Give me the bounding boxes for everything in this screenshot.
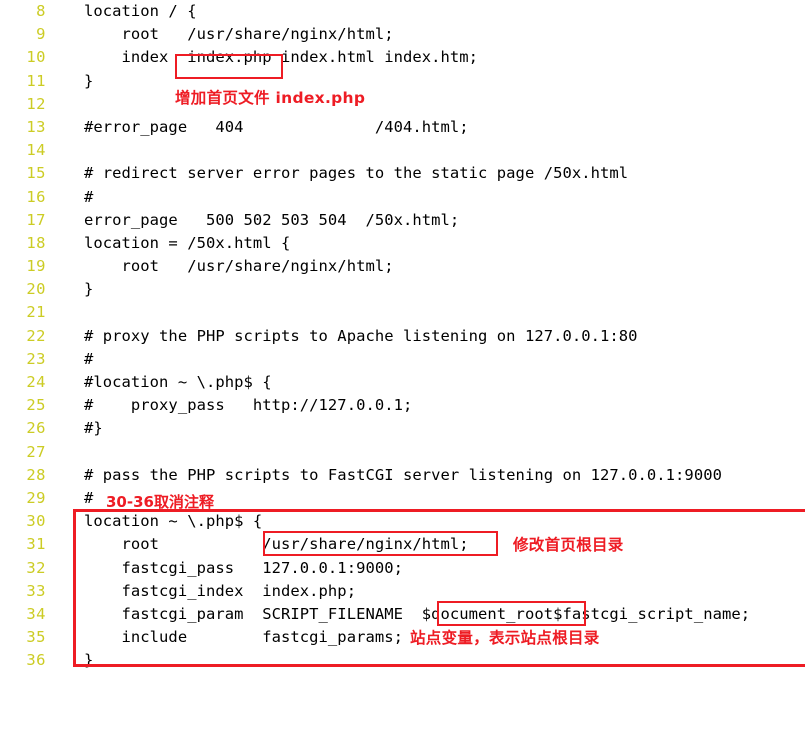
line-content: location = /50x.html { xyxy=(84,233,291,252)
line-content: fastcgi_param SCRIPT_FILENAME $document_… xyxy=(84,604,751,623)
code-line: 31 root /usr/share/nginx/html; xyxy=(0,533,805,556)
code-listing: 8 location / { 9 root /usr/share/nginx/h… xyxy=(0,0,805,673)
line-number: 29 xyxy=(26,488,46,507)
annotation-uncomment-note: 30-36取消注释 xyxy=(106,493,214,511)
code-line: 26 #} xyxy=(0,417,805,440)
code-line: 34 fastcgi_param SCRIPT_FILENAME $docume… xyxy=(0,603,805,626)
line-content: #} xyxy=(84,419,103,438)
line-number: 17 xyxy=(26,210,46,229)
line-number: 9 xyxy=(36,25,46,44)
line-number: 10 xyxy=(26,48,46,67)
line-content: root /usr/share/nginx/html; xyxy=(84,257,394,276)
line-number: 14 xyxy=(26,141,46,160)
line-number: 26 xyxy=(26,419,46,438)
code-line: 21 xyxy=(0,301,805,324)
line-number: 22 xyxy=(26,326,46,345)
line-content: index index.php index.html index.htm; xyxy=(84,48,479,67)
line-number: 24 xyxy=(26,373,46,391)
line-content: } xyxy=(84,71,94,90)
line-content: error_page 500 502 503 504 /50x.html; xyxy=(84,210,460,229)
line-content: #error_page 404 /404.html; xyxy=(84,117,469,136)
line-content: include fastcgi_params; xyxy=(84,628,403,647)
code-line: 27 xyxy=(0,441,805,464)
annotation-document-root-note: 站点变量，表示站点根目录 xyxy=(410,629,600,647)
code-line: 23 # xyxy=(0,348,805,371)
annotation-root-dir-note: 修改首页根目录 xyxy=(513,536,624,554)
line-number: 36 xyxy=(26,651,46,670)
code-line: 25 # proxy_pass http://127.0.0.1; xyxy=(0,394,805,417)
code-line: 15 # redirect server error pages to the … xyxy=(0,162,805,185)
code-line: 18 location = /50x.html { xyxy=(0,232,805,255)
code-line: 32 fastcgi_pass 127.0.0.1:9000; xyxy=(0,557,805,580)
code-line: 30 location ~ \.php$ { xyxy=(0,510,805,533)
line-content: root /usr/share/nginx/html; xyxy=(84,25,394,44)
line-content: # xyxy=(84,349,94,368)
line-content: fastcgi_pass 127.0.0.1:9000; xyxy=(84,558,403,577)
line-content: location ~ \.php$ { xyxy=(84,512,263,531)
code-line: 17 error_page 500 502 503 504 /50x.html; xyxy=(0,209,805,232)
code-line: 10 index index.php index.html index.htm; xyxy=(0,46,805,69)
line-number: 13 xyxy=(26,117,46,136)
code-line: 12 xyxy=(0,93,805,116)
code-line: 24 #location ~ \.php$ { xyxy=(0,371,805,394)
code-line: 28 # pass the PHP scripts to FastCGI ser… xyxy=(0,464,805,487)
line-number: 8 xyxy=(36,2,46,20)
line-number: 30 xyxy=(26,512,46,531)
code-line: 19 root /usr/share/nginx/html; xyxy=(0,255,805,278)
code-line: 14 xyxy=(0,139,805,162)
line-content: # redirect server error pages to the sta… xyxy=(84,164,629,183)
line-number: 34 xyxy=(26,604,46,623)
line-content: #location ~ \.php$ { xyxy=(84,373,272,391)
line-number: 35 xyxy=(26,628,46,647)
line-content: location / { xyxy=(84,2,197,20)
line-number: 31 xyxy=(26,535,46,554)
line-content: # pass the PHP scripts to FastCGI server… xyxy=(84,465,722,484)
line-number: 21 xyxy=(26,303,46,322)
code-line: 8 location / { xyxy=(0,0,805,23)
line-number: 18 xyxy=(26,233,46,252)
code-line: 35 include fastcgi_params; xyxy=(0,626,805,649)
line-number: 23 xyxy=(26,349,46,368)
line-number: 32 xyxy=(26,558,46,577)
code-line: 13 #error_page 404 /404.html; xyxy=(0,116,805,139)
line-content: # xyxy=(84,187,94,206)
code-line: 11 } xyxy=(0,70,805,93)
line-number: 28 xyxy=(26,465,46,484)
code-line: 36 } xyxy=(0,649,805,672)
line-number: 16 xyxy=(26,187,46,206)
line-content: # proxy the PHP scripts to Apache listen… xyxy=(84,326,638,345)
line-number: 25 xyxy=(26,396,46,415)
line-number: 19 xyxy=(26,257,46,276)
code-line: 20 } xyxy=(0,278,805,301)
code-line: 22 # proxy the PHP scripts to Apache lis… xyxy=(0,325,805,348)
code-line: 9 root /usr/share/nginx/html; xyxy=(0,23,805,46)
code-line: 33 fastcgi_index index.php; xyxy=(0,580,805,603)
line-number: 12 xyxy=(26,94,46,113)
line-number: 15 xyxy=(26,164,46,183)
line-content: # xyxy=(84,488,103,507)
line-number: 11 xyxy=(26,71,46,90)
line-number: 33 xyxy=(26,581,46,600)
line-number: 20 xyxy=(26,280,46,299)
line-content: root /usr/share/nginx/html; xyxy=(84,535,469,554)
line-content: } xyxy=(84,651,94,670)
line-number: 27 xyxy=(26,442,46,461)
line-content: } xyxy=(84,280,94,299)
annotation-index-php-note: 增加首页文件 index.php xyxy=(175,89,366,107)
line-content: # proxy_pass http://127.0.0.1; xyxy=(84,396,413,415)
line-content: fastcgi_index index.php; xyxy=(84,581,357,600)
code-line: 16 # xyxy=(0,186,805,209)
